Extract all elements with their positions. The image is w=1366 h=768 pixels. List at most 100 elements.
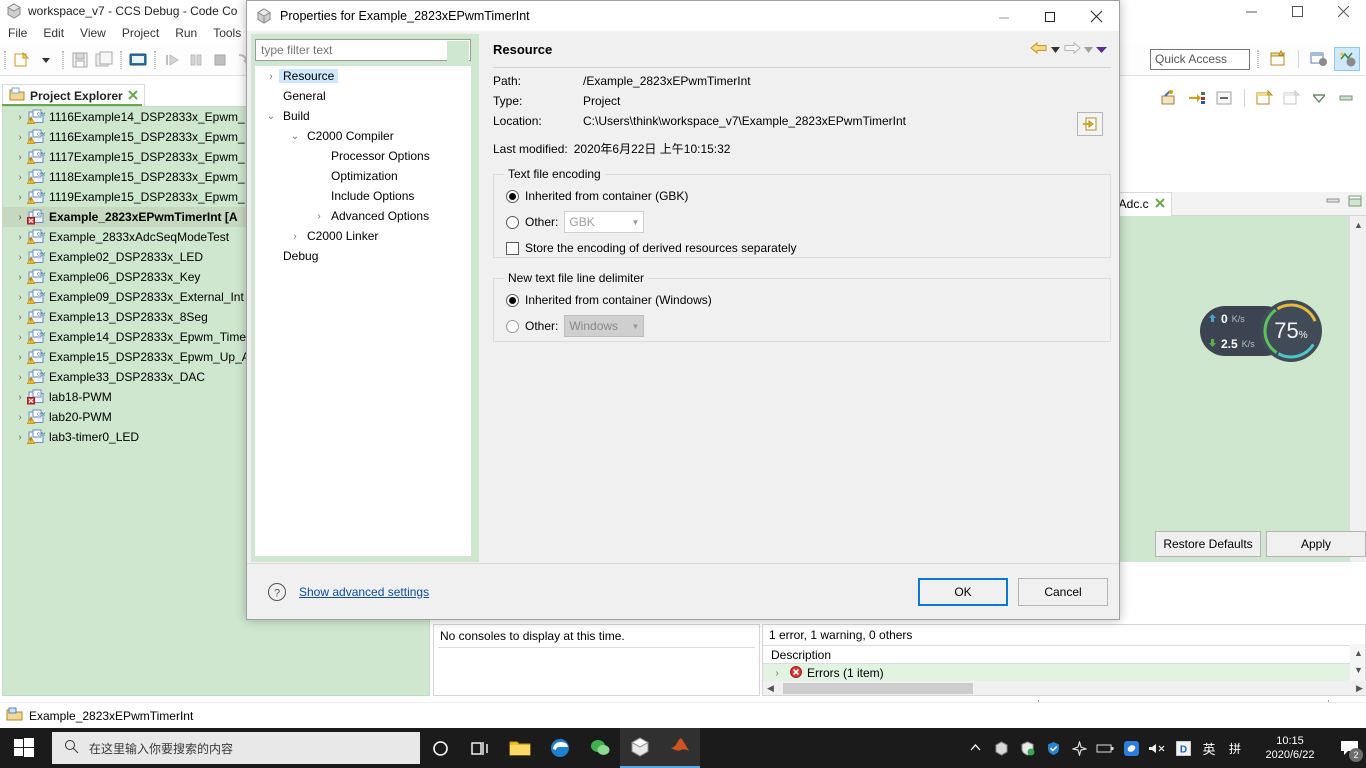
taskbar-search-input[interactable]: 在这里输入你要搜索的内容 xyxy=(52,732,420,764)
tab-close-icon[interactable] xyxy=(127,89,138,103)
tree-expand-icon[interactable]: › xyxy=(13,392,27,403)
problems-horizontal-scrollbar[interactable]: ◀ ▶ xyxy=(763,681,1366,695)
toolbar-grip-2[interactable] xyxy=(62,50,64,69)
link-with-editor-icon[interactable] xyxy=(1158,86,1182,110)
tree-expand-icon[interactable]: › xyxy=(13,172,27,183)
delimiter-other-radio[interactable] xyxy=(506,319,519,333)
toolbar-grip-3[interactable] xyxy=(120,50,122,69)
new-ccs-project-icon[interactable] xyxy=(1253,86,1277,110)
problems-scroll-up-icon[interactable]: ▲ xyxy=(1350,644,1366,661)
filter-clear-icon[interactable] xyxy=(447,41,469,61)
help-icon[interactable]: ? xyxy=(267,582,287,602)
chevron-down-icon[interactable]: ⌄ xyxy=(263,111,279,122)
focus-on-active-task-icon[interactable] xyxy=(1185,86,1209,110)
cortana-icon[interactable] xyxy=(420,728,460,768)
chevron-right-icon[interactable]: › xyxy=(263,71,279,82)
tree-expand-icon[interactable]: › xyxy=(13,132,27,143)
tray-expand-icon[interactable] xyxy=(962,728,988,768)
show-advanced-settings-link[interactable]: Show advanced settings xyxy=(299,585,429,599)
task-view-icon[interactable] xyxy=(460,728,500,768)
chevron-right-icon[interactable]: › xyxy=(311,211,327,222)
new-file-icon[interactable] xyxy=(10,48,34,72)
problems-scroll-left-icon[interactable]: ◀ xyxy=(763,683,778,694)
tree-expand-icon[interactable]: › xyxy=(13,252,27,263)
tray-volume-mute-icon[interactable] xyxy=(1144,728,1170,768)
menu-edit[interactable]: Edit xyxy=(35,22,72,44)
browse-location-button[interactable] xyxy=(1077,112,1103,136)
menu-file[interactable]: File xyxy=(0,22,35,44)
tray-ccs-icon[interactable] xyxy=(988,728,1014,768)
resume-icon[interactable] xyxy=(160,48,184,72)
menu-run[interactable]: Run xyxy=(167,22,205,44)
console-view-icon[interactable] xyxy=(126,48,150,72)
settings-tree-row[interactable]: › Resource xyxy=(255,66,471,86)
settings-tree[interactable]: › Resource General ⌄ Build ⌄ C2000 Compiler P… xyxy=(255,66,471,556)
delimiter-inherited-row[interactable]: Inherited from container (Windows) xyxy=(494,287,1110,313)
perspective-ccs-debug-icon[interactable] xyxy=(1334,47,1360,71)
settings-tree-row[interactable]: ⌄ C2000 Compiler xyxy=(255,126,471,146)
tree-expand-icon[interactable]: › xyxy=(13,112,27,123)
tree-expand-icon[interactable]: › xyxy=(13,412,27,423)
settings-tree-row[interactable]: Include Options xyxy=(255,186,471,206)
forward-arrow-icon[interactable] xyxy=(1063,41,1081,58)
open-perspective-icon[interactable] xyxy=(1265,47,1291,71)
encoding-inherited-radio[interactable] xyxy=(506,189,519,203)
ime-mode-icon[interactable]: 拼 xyxy=(1222,728,1248,768)
editor-maximize-icon[interactable] xyxy=(1348,195,1362,210)
microsoft-edge-icon[interactable] xyxy=(540,728,580,768)
suspend-icon[interactable] xyxy=(184,48,208,72)
tree-expand-icon[interactable]: › xyxy=(13,332,27,343)
dialog-close-button[interactable] xyxy=(1073,1,1119,32)
delimiter-other-row[interactable]: Other: Windows ▼ xyxy=(494,313,1110,339)
notification-center-button[interactable]: 2 xyxy=(1332,728,1366,768)
minimize-view-icon[interactable] xyxy=(1334,86,1358,110)
perspective-edit-icon[interactable] xyxy=(1306,47,1332,71)
wechat-icon[interactable] xyxy=(580,728,620,768)
ide-minimize-button[interactable] xyxy=(1228,0,1274,22)
tray-security-icon[interactable] xyxy=(1014,728,1040,768)
dialog-maximize-button[interactable] xyxy=(1027,1,1073,32)
taskbar-clock[interactable]: 10:15 2020/6/22 xyxy=(1248,728,1332,768)
tab-project-explorer[interactable]: Project Explorer xyxy=(2,84,145,106)
perspective-grip[interactable] xyxy=(1257,50,1259,68)
tree-expand-icon[interactable]: › xyxy=(13,292,27,303)
cancel-button[interactable]: Cancel xyxy=(1018,577,1108,606)
tree-expand-icon[interactable]: › xyxy=(13,432,27,443)
tray-dictionary-icon[interactable]: D xyxy=(1170,728,1196,768)
menu-tools[interactable]: Tools xyxy=(205,22,249,44)
settings-tree-row[interactable]: ⌄ Build xyxy=(255,106,471,126)
new-project-dim-icon[interactable] xyxy=(1280,86,1304,110)
settings-tree-row[interactable]: › C2000 Linker xyxy=(255,226,471,246)
restore-defaults-button[interactable]: Restore Defaults xyxy=(1155,531,1261,557)
menu-project[interactable]: Project xyxy=(114,22,167,44)
problems-vertical-scrollbar[interactable]: ▲ ▼ xyxy=(1350,644,1365,682)
problems-row-twisty-icon[interactable]: › xyxy=(769,668,785,679)
problems-scroll-down-icon[interactable]: ▼ xyxy=(1350,661,1366,678)
delimiter-inherited-radio[interactable] xyxy=(506,293,519,307)
tree-expand-icon[interactable]: › xyxy=(13,152,27,163)
apply-button[interactable]: Apply xyxy=(1266,531,1366,557)
network-speed-widget[interactable]: 0 K/s 2.5 K/s 75% xyxy=(1200,300,1325,362)
problems-hscroll-thumb[interactable] xyxy=(783,682,973,694)
tree-expand-icon[interactable]: › xyxy=(13,272,27,283)
encoding-inherited-row[interactable]: Inherited from container (GBK) xyxy=(494,183,1110,209)
problems-column-header[interactable]: Description xyxy=(763,645,1365,664)
view-menu-icon[interactable] xyxy=(1307,86,1331,110)
delimiter-other-combo[interactable]: Windows ▼ xyxy=(564,315,645,337)
tree-expand-icon[interactable]: › xyxy=(13,352,27,363)
save-icon[interactable] xyxy=(68,48,92,72)
save-all-icon[interactable] xyxy=(92,48,116,72)
maximize-view-icon[interactable] xyxy=(1361,86,1366,110)
menu-view[interactable]: View xyxy=(72,22,114,44)
tray-shield-icon[interactable] xyxy=(1040,728,1066,768)
back-arrow-icon[interactable] xyxy=(1030,41,1048,58)
dialog-minimize-button[interactable] xyxy=(981,1,1027,32)
page-menu-dropdown-icon[interactable] xyxy=(1096,43,1107,57)
start-button[interactable] xyxy=(0,728,48,768)
ide-maximize-button[interactable] xyxy=(1274,0,1320,22)
editor-minimize-icon[interactable] xyxy=(1326,195,1340,210)
problems-row-errors[interactable]: › Errors (1 item) xyxy=(763,664,1365,682)
ccs-taskbar-icon[interactable] xyxy=(620,728,660,768)
quick-access-input[interactable]: Quick Access xyxy=(1150,49,1250,70)
settings-tree-row[interactable]: Debug xyxy=(255,246,471,266)
